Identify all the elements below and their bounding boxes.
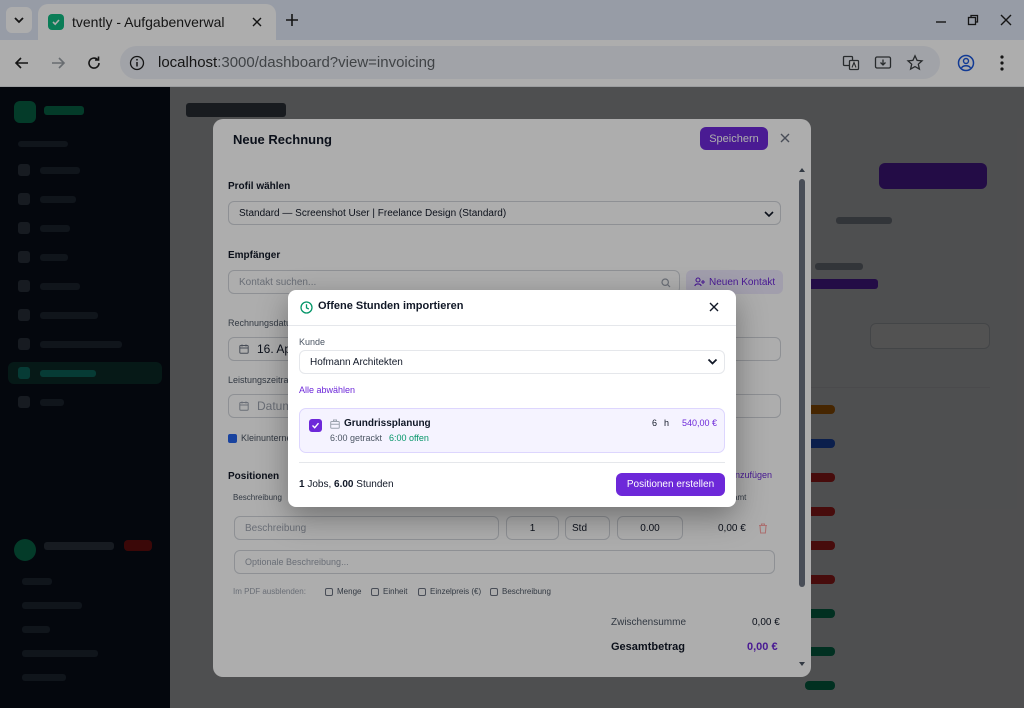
import-dialog-header: Offene Stunden importieren: [288, 290, 736, 326]
summary-jobs-word: Jobs,: [307, 479, 332, 490]
briefcase-icon: [330, 419, 340, 429]
summary-hours-count: 6.00: [334, 479, 354, 490]
deselect-all-link[interactable]: Alle abwählen: [299, 385, 355, 395]
job-hours-value[interactable]: 6: [652, 418, 657, 428]
job-tracked-time: 6:00 getrackt: [330, 433, 383, 443]
summary-hours-word: Stunden: [356, 479, 394, 490]
import-hours-dialog: Offene Stunden importieren Kunde Hofmann…: [288, 290, 736, 507]
job-name: Grundrissplanung: [344, 418, 431, 429]
import-dialog-divider: [299, 462, 725, 463]
create-positions-button[interactable]: Positionen erstellen: [616, 473, 725, 496]
summary-jobs-count: 1: [299, 479, 305, 490]
job-row[interactable]: Grundrissplanung 6:00 getrackt 6:00 offe…: [299, 408, 725, 453]
customer-select-value: Hofmann Architekten: [310, 356, 403, 368]
job-checkbox[interactable]: [309, 419, 322, 432]
job-open-time: 6:00 offen: [389, 433, 429, 443]
customer-select[interactable]: Hofmann Architekten: [299, 350, 725, 374]
job-hours-unit: h: [664, 418, 670, 428]
check-icon: [312, 422, 320, 429]
chevron-down-icon: [707, 358, 718, 365]
import-close-icon[interactable]: [708, 301, 720, 313]
job-amount: 540,00 €: [682, 418, 718, 428]
clock-icon: [300, 301, 313, 314]
import-summary: 1 Jobs, 6.00 Stunden: [299, 479, 394, 490]
import-dialog-title: Offene Stunden importieren: [318, 300, 464, 312]
customer-label: Kunde: [299, 337, 326, 347]
